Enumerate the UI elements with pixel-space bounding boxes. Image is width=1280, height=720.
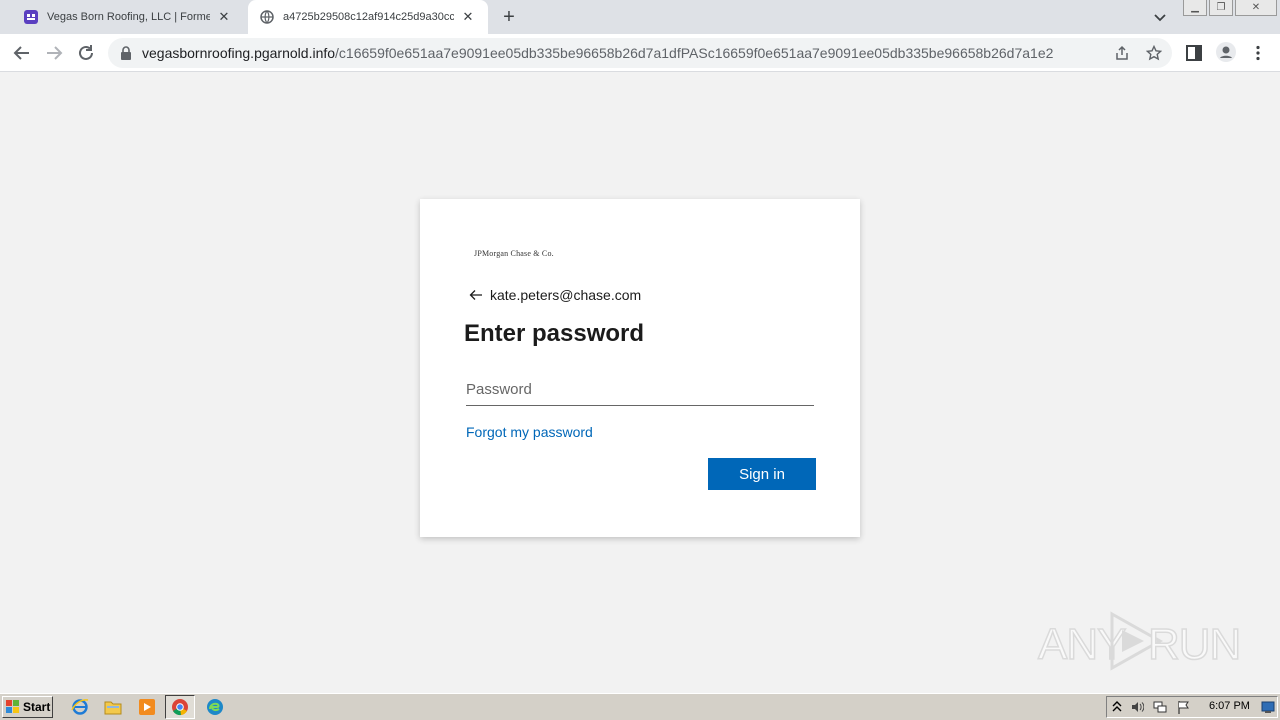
media-player-icon[interactable] bbox=[138, 698, 156, 716]
tab-title: Vegas Born Roofing, LLC | Formester bbox=[47, 11, 210, 23]
volume-icon[interactable] bbox=[1130, 700, 1144, 714]
back-icon bbox=[13, 46, 29, 60]
identity-banner[interactable]: kate.peters@chase.com bbox=[468, 287, 641, 303]
address-bar[interactable]: vegasbornroofing.pgarnold.info/c16659f0e… bbox=[108, 38, 1172, 68]
system-tray: 6:07 PM bbox=[1106, 696, 1278, 718]
tab-title: a4725b29508c12af914c25d9a30cc3 bbox=[283, 11, 454, 23]
profile-icon[interactable] bbox=[1216, 42, 1236, 62]
start-label: Start bbox=[23, 700, 51, 714]
menu-icon[interactable] bbox=[1249, 44, 1267, 62]
forward-button[interactable] bbox=[42, 41, 66, 65]
reload-button[interactable] bbox=[74, 41, 98, 65]
chrome-icon bbox=[172, 699, 188, 716]
window-controls: ▁ ❐ ✕ bbox=[1183, 0, 1279, 16]
window-close-button[interactable]: ✕ bbox=[1235, 0, 1277, 16]
sign-in-button[interactable]: Sign in bbox=[708, 458, 816, 490]
browser-toolbar: vegasbornroofing.pgarnold.info/c16659f0e… bbox=[0, 34, 1280, 72]
restore-button[interactable]: ❐ bbox=[1209, 0, 1233, 16]
windows-flag-icon bbox=[6, 700, 19, 713]
url-host: vegasbornroofing.pgarnold.info bbox=[142, 45, 336, 61]
star-icon[interactable] bbox=[1146, 45, 1162, 61]
tab-active[interactable]: a4725b29508c12af914c25d9a30cc3 ✕ bbox=[248, 0, 488, 34]
network-icon[interactable] bbox=[1153, 700, 1167, 714]
password-field[interactable] bbox=[466, 374, 814, 406]
clock: 6:07 PM bbox=[1209, 700, 1250, 712]
plus-icon[interactable]: + bbox=[498, 6, 520, 28]
tab-strip: Vegas Born Roofing, LLC | Formester ✕ a4… bbox=[0, 0, 1280, 34]
company-logo: JPMorgan Chase & Co. bbox=[474, 249, 554, 258]
start-button[interactable]: Start bbox=[2, 696, 53, 718]
close-icon[interactable]: ✕ bbox=[460, 9, 476, 25]
ie-icon[interactable] bbox=[71, 698, 89, 716]
formester-favicon bbox=[24, 10, 38, 24]
flag-icon[interactable] bbox=[1177, 700, 1191, 714]
side-panel-icon[interactable] bbox=[1185, 44, 1203, 62]
tab-formester[interactable]: Vegas Born Roofing, LLC | Formester ✕ bbox=[12, 0, 244, 34]
login-card: JPMorgan Chase & Co. kate.peters@chase.c… bbox=[420, 199, 860, 537]
taskbar: Start 6:07 PM bbox=[0, 693, 1280, 720]
forward-icon bbox=[47, 46, 63, 60]
minimize-button[interactable]: ▁ bbox=[1183, 0, 1207, 16]
folder-icon[interactable] bbox=[104, 698, 122, 716]
page-title: Enter password bbox=[464, 320, 645, 347]
url-text: vegasbornroofing.pgarnold.info/c16659f0e… bbox=[142, 38, 1053, 68]
globe-icon bbox=[260, 10, 274, 24]
lock-icon[interactable] bbox=[120, 46, 132, 60]
back-arrow-icon[interactable] bbox=[468, 287, 484, 303]
url-path: /c16659f0e651aa7e9091ee05db335be96658b26… bbox=[335, 45, 1054, 61]
chrome-taskbar-button[interactable] bbox=[165, 695, 195, 719]
reload-icon bbox=[79, 45, 93, 60]
back-button[interactable] bbox=[10, 41, 34, 65]
forgot-password-link[interactable]: Forgot my password bbox=[466, 424, 593, 440]
edge-icon[interactable] bbox=[206, 698, 224, 716]
identity-email: kate.peters@chase.com bbox=[490, 287, 642, 303]
chevron-down-icon[interactable] bbox=[1152, 9, 1168, 25]
close-icon[interactable]: ✕ bbox=[216, 9, 232, 25]
watermark-right-text: RUN bbox=[1147, 619, 1242, 670]
watermark: ANY RUN bbox=[1037, 610, 1242, 672]
show-desktop-icon[interactable] bbox=[1261, 700, 1275, 714]
chevron-up-icon[interactable] bbox=[1110, 700, 1124, 714]
share-icon[interactable] bbox=[1114, 45, 1130, 61]
